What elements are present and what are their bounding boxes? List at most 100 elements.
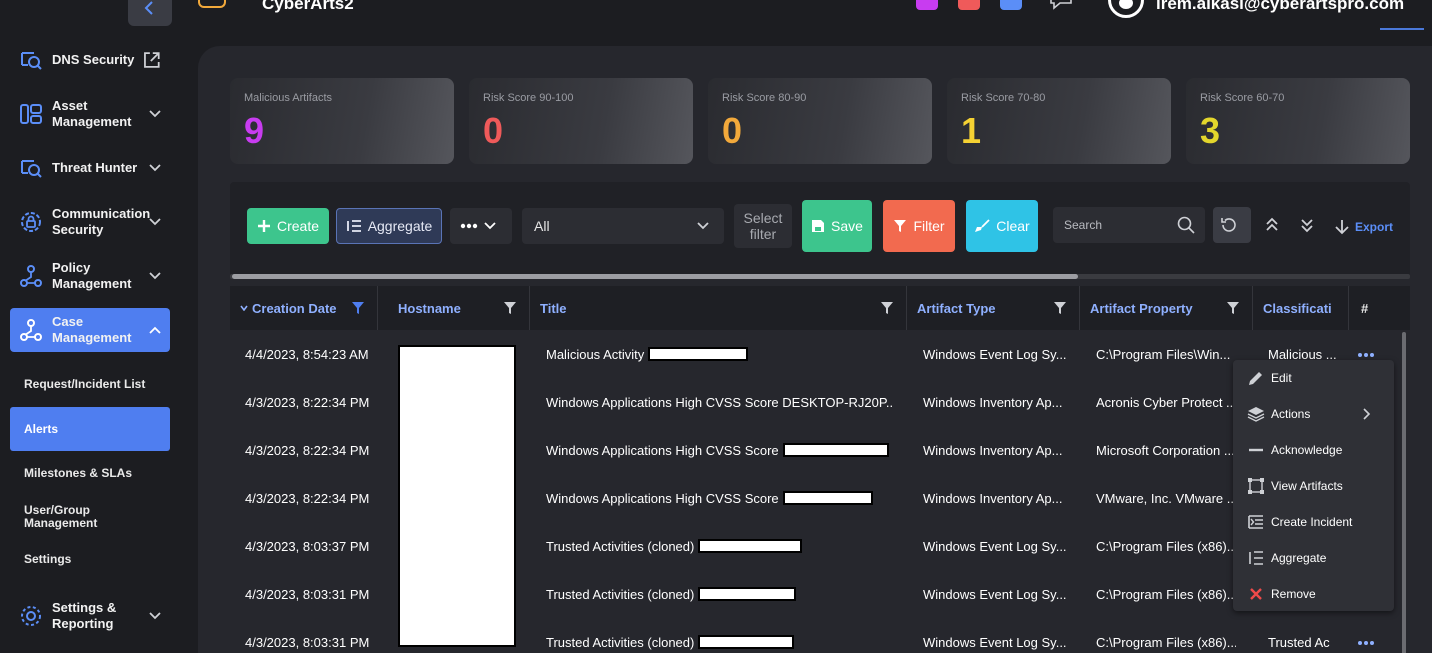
cell-artifact-property: Microsoft Corporation ... — [1096, 442, 1235, 458]
expand-all-icon[interactable] — [1262, 215, 1282, 235]
cell-artifact-property: C:\Program Files (x86)... — [1096, 634, 1236, 650]
create-button-label: Create — [276, 218, 320, 234]
download-arrow-icon — [1335, 220, 1349, 235]
chevron-right-icon — [1363, 408, 1371, 420]
external-link-icon[interactable] — [142, 50, 162, 70]
stat-card-risk-80-90[interactable]: Risk Score 80-90 0 — [708, 78, 932, 164]
menu-item-view-artifacts[interactable]: View Artifacts — [1233, 468, 1394, 504]
row-actions-icon[interactable] — [1356, 638, 1376, 648]
cell-creation-date: 4/3/2023, 8:22:34 PM — [245, 394, 370, 410]
list-icon — [1249, 551, 1263, 565]
sidebar-item-threat-hunter[interactable]: Threat Hunter — [10, 146, 170, 190]
redaction — [698, 539, 803, 553]
user-email[interactable]: irem.alkasi@cyberartspro.com — [1156, 0, 1404, 14]
reset-icon — [1221, 218, 1236, 232]
chevron-down-icon[interactable] — [370, 0, 382, 4]
horizontal-scrollbar[interactable] — [230, 274, 1410, 279]
sidebar: DNS Security Asset Management Threat Hun… — [0, 40, 190, 653]
stat-card-risk-90-100[interactable]: Risk Score 90-100 0 — [469, 78, 693, 164]
menu-item-label: View Artifacts — [1271, 479, 1343, 493]
cell-artifact-type: Windows Event Log Sy... — [923, 634, 1067, 650]
menu-item-label: Aggregate — [1271, 551, 1327, 565]
funnel-icon — [894, 220, 907, 232]
close-icon — [1250, 588, 1262, 600]
reset-button[interactable] — [1213, 207, 1251, 243]
collapse-sidebar-button[interactable] — [128, 0, 172, 26]
select-filter-button[interactable]: Select filter — [734, 204, 792, 248]
column-header-artifact-type[interactable]: Artifact Type — [907, 286, 1080, 330]
clear-button[interactable]: Clear — [966, 200, 1038, 252]
color-swatch-purple[interactable] — [916, 0, 938, 10]
stat-card-malicious-artifacts[interactable]: Malicious Artifacts 9 — [230, 78, 454, 164]
menu-item-actions[interactable]: Actions — [1233, 396, 1394, 432]
menu-item-acknowledge[interactable]: Acknowledge — [1233, 432, 1394, 468]
menu-item-create-incident[interactable]: Create Incident — [1233, 504, 1394, 540]
menu-item-edit[interactable]: Edit — [1233, 360, 1394, 396]
more-options-button[interactable] — [450, 208, 512, 244]
chevron-down-icon[interactable] — [1412, 0, 1424, 4]
cell-artifact-type: Windows Event Log Sy... — [923, 586, 1067, 602]
sidebar-item-communication-security[interactable]: Communication Security — [10, 200, 170, 244]
scrollbar-thumb[interactable] — [232, 274, 1078, 279]
export-button[interactable]: Export — [1333, 218, 1393, 236]
logo-icon — [198, 0, 226, 8]
more-dots-icon — [460, 223, 478, 229]
sidebar-item-dns-security[interactable]: DNS Security — [10, 38, 170, 82]
column-header-title[interactable]: Title — [530, 286, 907, 330]
menu-item-label: Edit — [1271, 371, 1292, 385]
sidebar-item-settings-reporting[interactable]: Settings & Reporting — [10, 594, 170, 638]
column-header-hostname[interactable]: Hostname — [388, 286, 530, 330]
filter-button[interactable]: Filter — [883, 200, 955, 252]
stat-card-risk-60-70[interactable]: Risk Score 60-70 3 — [1186, 78, 1410, 164]
menu-item-remove[interactable]: Remove — [1233, 576, 1394, 612]
row-actions-icon[interactable] — [1356, 350, 1376, 360]
funnel-icon[interactable] — [1053, 301, 1067, 315]
color-swatch-red[interactable] — [958, 0, 980, 10]
submenu-item-user-group-management[interactable]: User/Group Management — [10, 495, 110, 539]
avatar[interactable] — [1108, 0, 1144, 18]
collapse-all-icon[interactable] — [1297, 215, 1317, 235]
redaction — [782, 443, 889, 457]
sidebar-item-asset-management[interactable]: Asset Management — [10, 92, 170, 136]
submenu-item-request-incident-list[interactable]: Request/Incident List — [10, 362, 170, 406]
cell-title: Malicious Activity — [546, 330, 749, 378]
save-button[interactable]: Save — [802, 200, 872, 252]
submenu-item-alerts[interactable]: Alerts — [10, 407, 170, 451]
broom-icon — [975, 219, 990, 232]
color-swatch-blue[interactable] — [1000, 0, 1022, 10]
submenu-item-milestones-slas[interactable]: Milestones & SLAs — [10, 451, 170, 495]
submenu-item-settings[interactable]: Settings — [10, 539, 170, 579]
menu-item-label: Create Incident — [1271, 515, 1353, 529]
save-icon — [812, 220, 825, 232]
cell-artifact-property: C:\Program Files (x86)... — [1096, 586, 1236, 602]
funnel-icon[interactable] — [1226, 301, 1240, 315]
save-button-label: Save — [831, 218, 863, 234]
filter-select[interactable]: All — [522, 208, 724, 244]
aggregate-button[interactable]: Aggregate — [336, 208, 442, 244]
search-icon[interactable] — [1177, 216, 1195, 234]
cell-artifact-property: C:\Program Files (x86)... — [1096, 538, 1236, 554]
stat-card-risk-70-80[interactable]: Risk Score 70-80 1 — [947, 78, 1171, 164]
funnel-icon[interactable] — [880, 301, 894, 315]
workspace-name[interactable]: CyberArts2 — [262, 0, 354, 14]
column-header-classification[interactable]: Classificati — [1253, 286, 1349, 330]
funnel-icon[interactable] — [351, 301, 365, 315]
cell-title: Windows Applications High CVSS Score — [546, 474, 873, 522]
column-header-creation-date[interactable]: Creation Date — [230, 286, 378, 330]
chevron-down-icon — [149, 218, 161, 226]
sidebar-item-case-management[interactable]: Case Management — [10, 308, 170, 352]
search-input[interactable]: Search — [1053, 207, 1205, 243]
list-icon — [346, 220, 361, 232]
chat-icon[interactable] — [1048, 0, 1074, 10]
sidebar-item-label: Policy Management — [52, 260, 132, 291]
sidebar-item-policy-management[interactable]: Policy Management — [10, 254, 170, 298]
menu-item-aggregate[interactable]: Aggregate — [1233, 540, 1394, 576]
cell-title: Trusted Activities (cloned) — [546, 618, 795, 653]
column-header-artifact-property[interactable]: Artifact Property — [1080, 286, 1253, 330]
funnel-icon[interactable] — [503, 301, 517, 315]
create-button[interactable]: Create — [247, 208, 329, 244]
cell-artifact-type: Windows Inventory Ap... — [923, 394, 1063, 410]
cell-creation-date: 4/3/2023, 8:22:34 PM — [245, 490, 370, 506]
cell-title-text: Trusted Activities (cloned) — [546, 538, 695, 554]
vertical-scrollbar[interactable] — [1402, 332, 1406, 653]
